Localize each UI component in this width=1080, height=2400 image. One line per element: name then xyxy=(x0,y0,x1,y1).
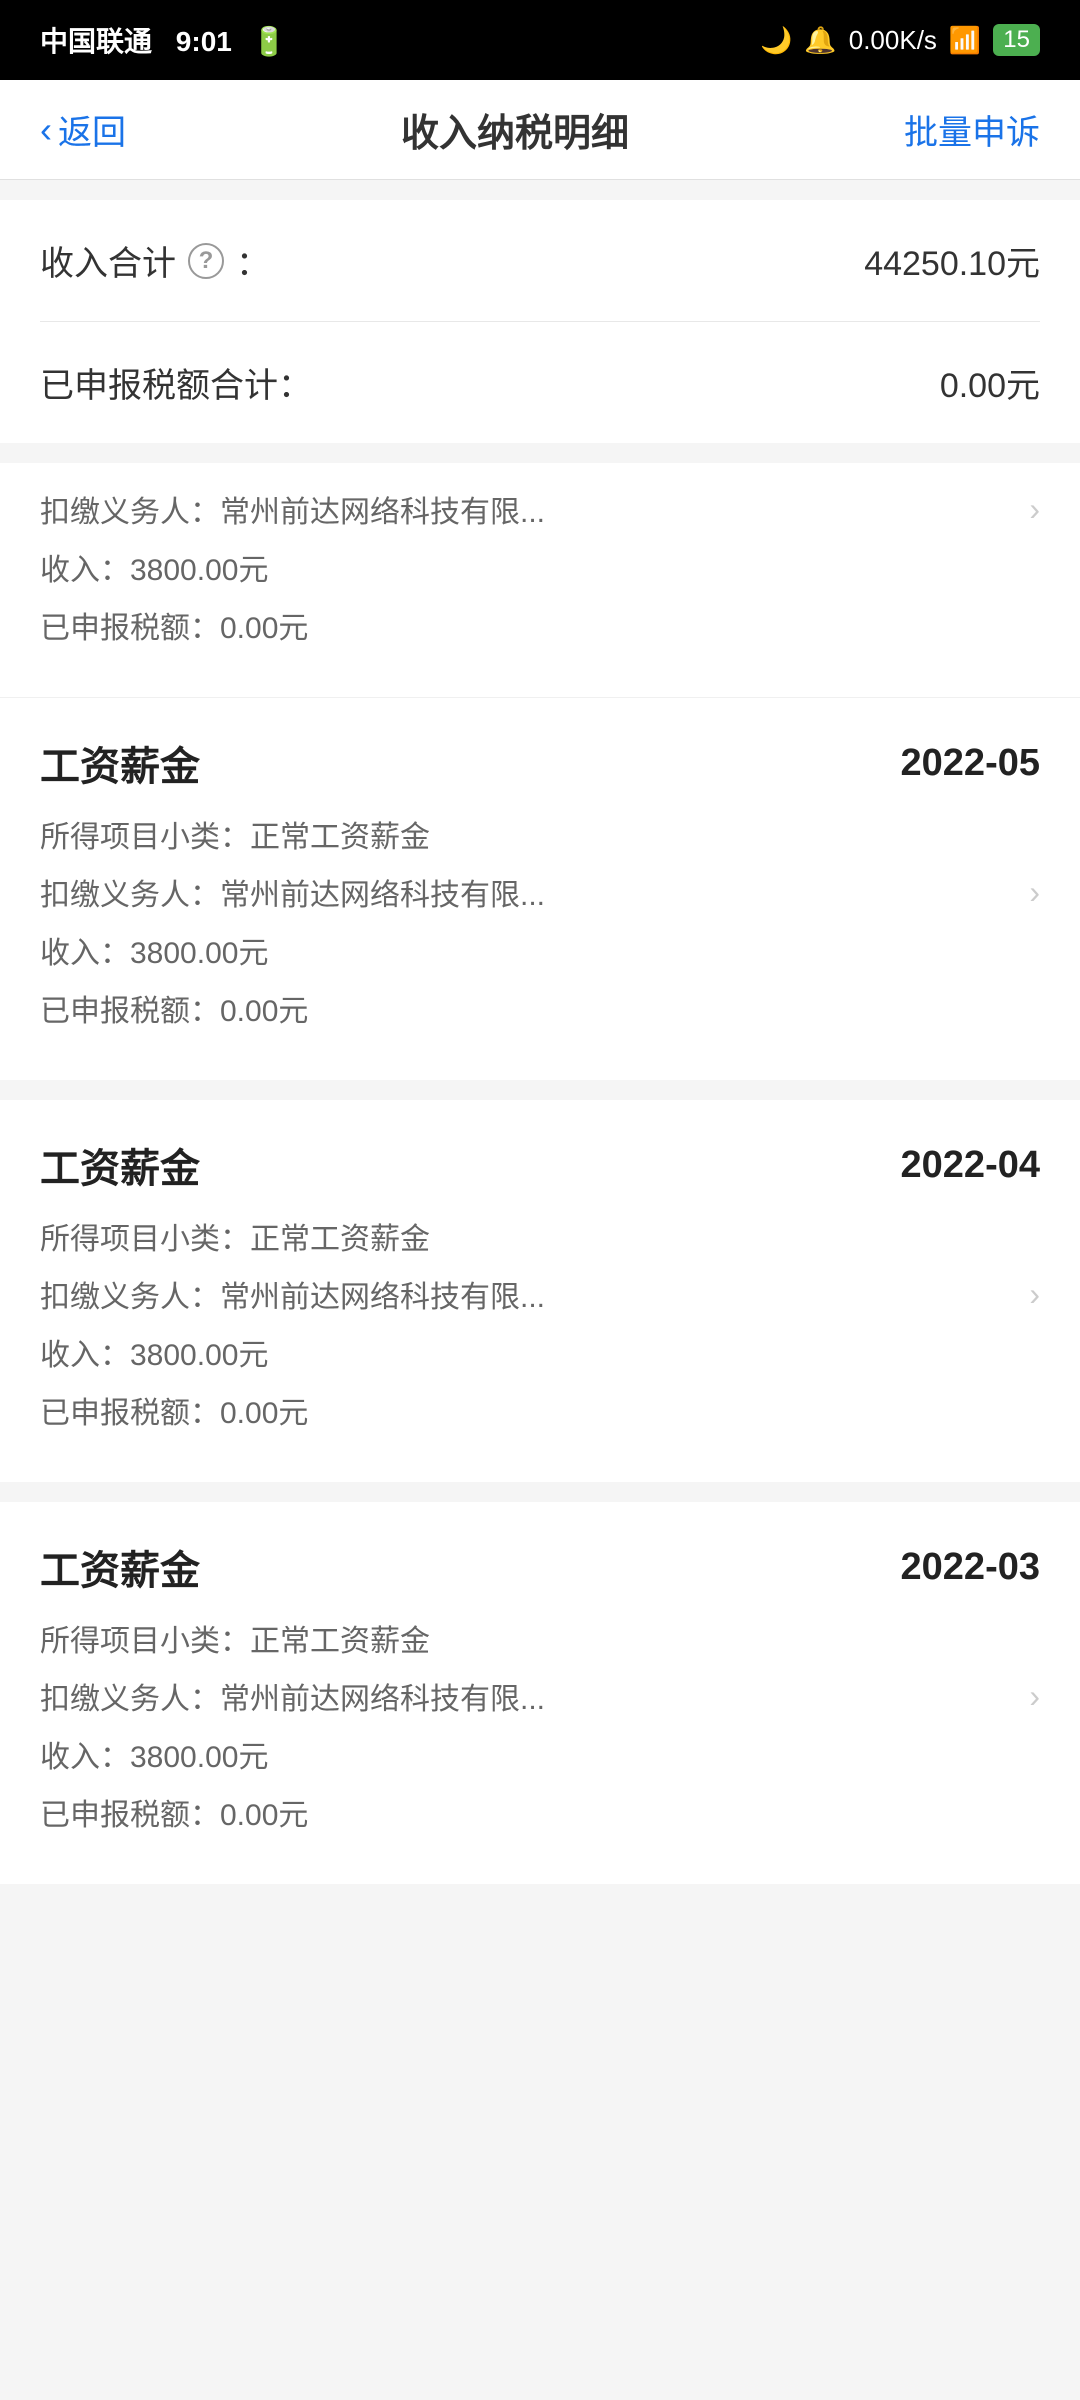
page-title: 收入纳税明细 xyxy=(401,102,629,157)
battery-label: 15 xyxy=(993,24,1040,56)
time: 9:01 xyxy=(176,26,232,57)
partial-chevron-right-icon: › xyxy=(1029,491,1040,528)
record-tax-0: 已申报税额：0.00元 xyxy=(40,986,1040,1030)
record-payer-row-1[interactable]: 扣缴义务人：常州前达网络科技有限... › xyxy=(40,1272,1040,1316)
network-speed: 0.00K/s xyxy=(849,25,937,56)
chevron-right-icon-1: › xyxy=(1029,1276,1040,1313)
record-date-2: 2022-03 xyxy=(901,1546,1040,1589)
partial-tax: 已申报税额：0.00元 xyxy=(40,603,1040,647)
record-date-0: 2022-05 xyxy=(901,742,1040,785)
battery-icon: 🔋 xyxy=(252,26,287,57)
total-tax-label-text: 已申报税额合计： xyxy=(40,358,312,407)
total-tax-value: 0.00元 xyxy=(940,358,1040,407)
chevron-right-icon-0: › xyxy=(1029,874,1040,911)
carrier: 中国联通 xyxy=(40,26,152,57)
total-income-label: 收入合计 xyxy=(40,236,176,285)
record-date-1: 2022-04 xyxy=(901,1144,1040,1187)
record-header-0: 工资薪金 2022-05 xyxy=(40,734,1040,792)
record-subcategory-1: 所得项目小类：正常工资薪金 xyxy=(40,1214,1040,1258)
total-income-row: 收入合计 ? ： 44250.10元 xyxy=(40,200,1040,322)
record-income-2: 收入：3800.00元 xyxy=(40,1732,1040,1776)
carrier-time: 中国联通 9:01 🔋 xyxy=(40,20,287,60)
record-income-0: 收入：3800.00元 xyxy=(40,928,1040,972)
partial-income: 收入：3800.00元 xyxy=(40,545,1040,589)
total-tax-row: 已申报税额合计： 0.00元 xyxy=(40,322,1040,443)
back-button[interactable]: ‹ 返回 xyxy=(40,105,126,154)
record-subcategory-2: 所得项目小类：正常工资薪金 xyxy=(40,1616,1040,1660)
record-tax-1: 已申报税额：0.00元 xyxy=(40,1388,1040,1432)
record-type-1: 工资薪金 xyxy=(40,1136,200,1194)
status-bar: 中国联通 9:01 🔋 🌙 🔔 0.00K/s 📶 15 xyxy=(0,0,1080,80)
record-subcategory-0: 所得项目小类：正常工资薪金 xyxy=(40,812,1040,856)
chevron-right-icon-2: › xyxy=(1029,1678,1040,1715)
record-tax-2: 已申报税额：0.00元 xyxy=(40,1790,1040,1834)
record-card-2: 工资薪金 2022-03 所得项目小类：正常工资薪金 扣缴义务人：常州前达网络科… xyxy=(0,1502,1080,1884)
total-income-label-group: 收入合计 ? ： xyxy=(40,236,270,285)
record-header-2: 工资薪金 2022-03 xyxy=(40,1538,1040,1596)
bell-icon: 🔔 xyxy=(804,25,836,56)
record-payer-0: 扣缴义务人：常州前达网络科技有限... xyxy=(40,870,545,914)
record-payer-1: 扣缴义务人：常州前达网络科技有限... xyxy=(40,1272,545,1316)
back-label: 返回 xyxy=(58,105,126,154)
wifi-icon: 📶 xyxy=(949,25,981,56)
total-tax-label: 已申报税额合计： xyxy=(40,358,312,407)
colon: ： xyxy=(236,236,270,285)
help-icon[interactable]: ? xyxy=(188,243,224,279)
record-payer-row-2[interactable]: 扣缴义务人：常州前达网络科技有限... › xyxy=(40,1674,1040,1718)
partial-payer-row[interactable]: 扣缴义务人：常州前达网络科技有限... › xyxy=(40,487,1040,531)
partial-payer-text: 扣缴义务人：常州前达网络科技有限... xyxy=(40,487,545,531)
batch-appeal-button[interactable]: 批量申诉 xyxy=(904,105,1040,154)
summary-section: 收入合计 ? ： 44250.10元 已申报税额合计： 0.00元 xyxy=(0,200,1080,443)
record-card-1: 工资薪金 2022-04 所得项目小类：正常工资薪金 扣缴义务人：常州前达网络科… xyxy=(0,1100,1080,1482)
moon-icon: 🌙 xyxy=(760,25,792,56)
record-payer-row-0[interactable]: 扣缴义务人：常州前达网络科技有限... › xyxy=(40,870,1040,914)
record-type-0: 工资薪金 xyxy=(40,734,200,792)
status-icons: 🌙 🔔 0.00K/s 📶 15 xyxy=(760,24,1040,56)
nav-bar: ‹ 返回 收入纳税明细 批量申诉 xyxy=(0,80,1080,180)
records-list: 扣缴义务人：常州前达网络科技有限... › 收入：3800.00元 已申报税额：… xyxy=(0,463,1080,1884)
record-card-0: 工资薪金 2022-05 所得项目小类：正常工资薪金 扣缴义务人：常州前达网络科… xyxy=(0,698,1080,1080)
record-type-2: 工资薪金 xyxy=(40,1538,200,1596)
back-chevron-icon: ‹ xyxy=(40,109,52,151)
total-income-value: 44250.10元 xyxy=(864,236,1040,285)
record-payer-2: 扣缴义务人：常州前达网络科技有限... xyxy=(40,1674,545,1718)
record-income-1: 收入：3800.00元 xyxy=(40,1330,1040,1374)
partial-record-card: 扣缴义务人：常州前达网络科技有限... › 收入：3800.00元 已申报税额：… xyxy=(0,463,1080,698)
record-header-1: 工资薪金 2022-04 xyxy=(40,1136,1040,1194)
